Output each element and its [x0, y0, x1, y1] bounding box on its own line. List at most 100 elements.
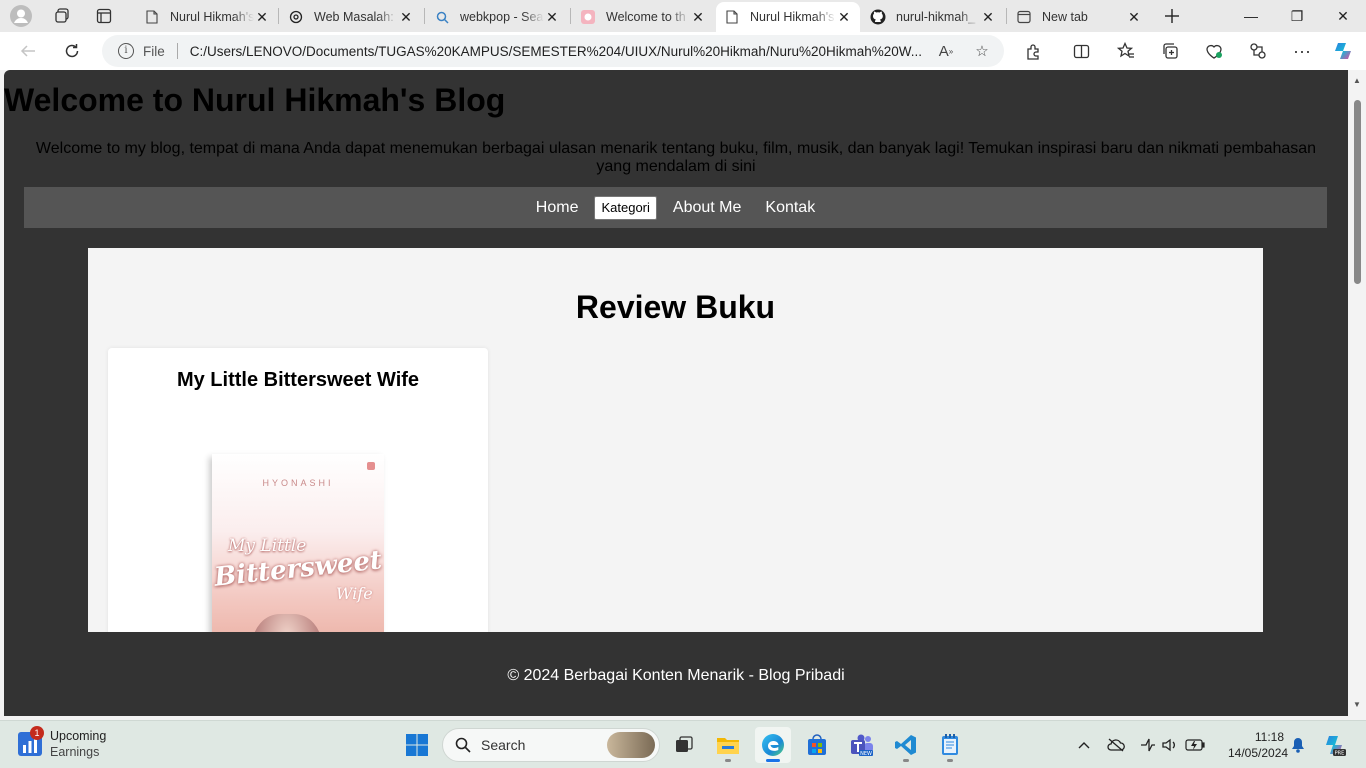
teams-button[interactable]: NEW — [844, 727, 880, 763]
edge-icon — [762, 734, 784, 756]
favorite-star-icon[interactable]: ☆ — [968, 37, 996, 65]
read-aloud-icon[interactable]: A» — [932, 37, 960, 65]
tab-divider — [424, 8, 425, 24]
widget-title: Upcoming — [50, 729, 107, 743]
browser-tab[interactable]: nurul-hikmah_ ✕ — [862, 2, 1004, 32]
cover-badge — [367, 462, 375, 470]
vscode-button[interactable] — [888, 727, 924, 763]
close-window-button[interactable]: ✕ — [1320, 0, 1366, 32]
notification-bell-icon[interactable] — [1286, 733, 1310, 757]
page-scrollbar[interactable]: ▲ ▼ — [1348, 70, 1366, 716]
review-card[interactable]: My Little Bittersweet Wife HYONASHI My L… — [108, 348, 488, 632]
show-hidden-icons-chevron-icon[interactable] — [1072, 733, 1096, 757]
windows-taskbar: 1 Upcoming Earnings Search NEW 11:18 14/… — [0, 720, 1366, 768]
restore-button[interactable]: ❐ — [1274, 0, 1320, 32]
browser-tab-strip: Nurul Hikmah's ✕ Web Masalah: I ✕ webkpo… — [0, 0, 1366, 32]
collections-icon[interactable] — [1156, 37, 1184, 65]
nav-link-kategori[interactable]: Kategori — [594, 195, 657, 220]
book-cover-image[interactable]: HYONASHI My Little Bittersweet Wife — [212, 454, 384, 632]
notepad-icon — [942, 734, 958, 755]
blog-footer: © 2024 Berbagai Konten Menarik - Blog Pr… — [507, 667, 845, 684]
browser-tab[interactable]: webkpop - Sea ✕ — [426, 2, 568, 32]
close-icon: ✕ — [1337, 7, 1349, 24]
close-tab-icon[interactable]: ✕ — [544, 9, 560, 25]
refresh-button[interactable] — [58, 37, 86, 65]
search-icon — [434, 9, 450, 25]
address-divider — [176, 43, 178, 59]
browser-essentials-icon[interactable] — [1200, 37, 1228, 65]
copilot-icon[interactable] — [1329, 37, 1357, 65]
running-indicator — [725, 759, 731, 762]
close-tab-icon[interactable]: ✕ — [836, 9, 852, 25]
extensions-icon[interactable] — [1019, 37, 1047, 65]
tab-divider — [278, 8, 279, 24]
tab-title: Welcome to th — [606, 10, 686, 24]
nav-link-home[interactable]: Home — [524, 198, 591, 218]
widgets-button[interactable]: 1 Upcoming Earnings — [18, 726, 107, 760]
scrollbar-thumb[interactable] — [1354, 100, 1361, 284]
notepad-button[interactable] — [932, 727, 968, 763]
profile-icon[interactable] — [9, 4, 33, 28]
address-bar[interactable]: i File C:/Users/LENOVO/Documents/TUGAS%2… — [102, 35, 1004, 67]
nav-link-about[interactable]: About Me — [661, 198, 753, 218]
browser-tab[interactable]: Welcome to th ✕ — [572, 2, 714, 32]
settings-more-icon[interactable]: ··· — [1288, 37, 1316, 65]
tab-title: Nurul Hikmah's — [170, 10, 254, 24]
browser-tab-active[interactable]: Nurul Hikmah's ✕ — [716, 2, 860, 32]
teams-icon: NEW — [851, 734, 873, 757]
file-explorer-button[interactable] — [710, 727, 746, 763]
tab-divider — [1006, 8, 1007, 24]
address-url[interactable]: C:/Users/LENOVO/Documents/TUGAS%20KAMPUS… — [190, 44, 932, 59]
close-tab-icon[interactable]: ✕ — [254, 9, 270, 25]
store-button[interactable] — [799, 727, 835, 763]
svg-text:NEW: NEW — [860, 751, 872, 757]
close-tab-icon[interactable]: ✕ — [398, 9, 414, 25]
close-tab-icon[interactable]: ✕ — [690, 9, 706, 25]
close-tab-icon[interactable]: ✕ — [980, 9, 996, 25]
close-tab-icon[interactable]: ✕ — [1126, 9, 1142, 25]
search-highlight-image — [607, 732, 655, 758]
taskbar-search[interactable]: Search — [442, 728, 660, 762]
browser-tab[interactable]: New tab ✕ — [1008, 2, 1150, 32]
cover-author: HYONASHI — [262, 478, 334, 488]
volume-icon[interactable] — [1158, 733, 1182, 757]
performance-icon[interactable] — [1244, 37, 1272, 65]
store-icon — [808, 734, 826, 755]
split-screen-icon[interactable] — [1067, 37, 1095, 65]
info-icon[interactable]: i — [118, 43, 134, 59]
newtab-icon — [1016, 9, 1032, 25]
address-scheme-label: File — [143, 43, 165, 59]
edge-button[interactable] — [755, 727, 791, 763]
search-icon — [455, 737, 471, 753]
section-title: Review Buku — [575, 289, 776, 325]
new-tab-plus-icon[interactable] — [1160, 4, 1184, 28]
back-button[interactable] — [14, 37, 42, 65]
vscode-icon — [895, 735, 916, 755]
svg-text:PRE: PRE — [1335, 751, 1345, 757]
task-view-button[interactable] — [666, 727, 702, 763]
onedrive-offline-icon[interactable] — [1104, 733, 1128, 757]
running-indicator — [903, 759, 909, 762]
scroll-up-icon[interactable]: ▲ — [1352, 76, 1362, 86]
tab-actions-icon[interactable] — [92, 4, 116, 28]
card-title: My Little Bittersweet Wife — [176, 369, 420, 391]
app-icon — [580, 9, 596, 25]
nav-link-kontak[interactable]: Kontak — [753, 198, 827, 218]
search-label: Search — [481, 737, 526, 753]
browser-tab[interactable]: Web Masalah: I ✕ — [280, 2, 422, 32]
folder-icon — [717, 738, 739, 754]
document-icon — [144, 9, 160, 25]
copilot-preview-icon[interactable]: PRE — [1322, 733, 1346, 757]
workspaces-icon[interactable] — [50, 4, 74, 28]
browser-tab[interactable]: Nurul Hikmah's ✕ — [136, 2, 278, 32]
restore-icon: ❐ — [1290, 7, 1304, 24]
favorites-icon[interactable] — [1112, 37, 1140, 65]
minimize-button[interactable]: — — [1228, 0, 1274, 32]
battery-icon[interactable] — [1183, 733, 1207, 757]
system-clock[interactable]: 11:18 14/05/2024 — [1228, 729, 1288, 761]
start-button[interactable] — [399, 727, 435, 763]
tab-title: webkpop - Sea — [460, 10, 544, 24]
browser-toolbar: i File C:/Users/LENOVO/Documents/TUGAS%2… — [0, 32, 1366, 70]
network-icon[interactable] — [1136, 733, 1160, 757]
scroll-down-icon[interactable]: ▼ — [1352, 700, 1362, 710]
